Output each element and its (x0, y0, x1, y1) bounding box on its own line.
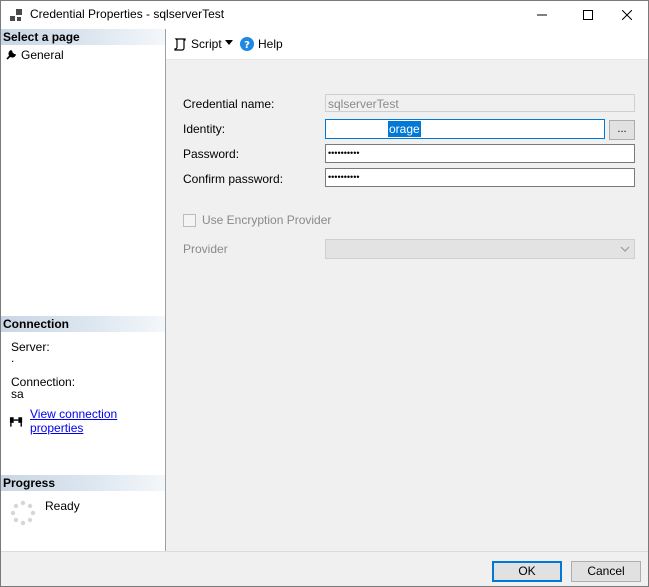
ok-button[interactable]: OK (492, 561, 562, 582)
connection-plug-icon (9, 417, 23, 427)
credential-properties-window: Credential Properties - sqlserverTest Se… (0, 0, 649, 587)
minimize-button[interactable] (519, 1, 565, 29)
maximize-icon (583, 10, 593, 20)
identity-selected-text: orage (388, 121, 421, 137)
use-encryption-label: Use Encryption Provider (202, 213, 332, 227)
password-label: Password: (183, 147, 240, 161)
page-item-label: General (21, 48, 64, 62)
password-field[interactable]: •••••••••• (325, 144, 635, 163)
checkbox-box[interactable] (183, 213, 196, 227)
close-button[interactable] (604, 1, 648, 29)
script-dropdown-button[interactable] (225, 40, 233, 45)
server-value: . (11, 351, 15, 365)
help-label: Help (258, 37, 283, 51)
cancel-button[interactable]: Cancel (571, 561, 641, 582)
script-label: Script (191, 37, 222, 51)
dialog-button-bar: OK Cancel (1, 551, 648, 586)
minimize-icon (537, 14, 547, 16)
server-label: Server: (11, 340, 50, 354)
credential-name-field[interactable]: sqlserverTest (325, 94, 635, 112)
chevron-down-icon (620, 246, 630, 252)
help-button[interactable]: ? Help (240, 37, 283, 51)
provider-select[interactable] (325, 239, 635, 259)
progress-status: Ready (45, 499, 80, 513)
title-bar: Credential Properties - sqlserverTest (1, 1, 648, 29)
view-connection-properties[interactable]: View connection properties (9, 407, 165, 435)
select-page-header: Select a page (1, 29, 165, 45)
script-icon (174, 38, 186, 51)
progress-header: Progress (1, 475, 165, 491)
confirm-password-field[interactable]: •••••••••• (325, 168, 635, 187)
progress-spinner-icon (10, 500, 36, 526)
use-encryption-checkbox[interactable]: Use Encryption Provider (183, 213, 331, 227)
view-connection-link[interactable]: View connection properties (30, 407, 165, 435)
script-button[interactable]: Script (173, 37, 222, 51)
connection-header: Connection (1, 316, 165, 332)
provider-label: Provider (183, 242, 228, 256)
close-icon (622, 10, 632, 20)
toolbar: Script ? Help (166, 29, 648, 60)
general-page-form: Credential name: sqlserverTest Identity:… (166, 60, 648, 551)
window-title: Credential Properties - sqlserverTest (30, 7, 225, 21)
identity-browse-button[interactable]: ... (609, 120, 635, 140)
identity-field[interactable]: orage (325, 119, 605, 139)
credential-name-label: Credential name: (183, 97, 275, 111)
wrench-icon (6, 50, 17, 60)
chevron-down-icon (225, 40, 233, 45)
confirm-password-label: Confirm password: (183, 172, 284, 186)
connection-value: sa (11, 387, 24, 401)
identity-label: Identity: (183, 122, 226, 136)
help-icon: ? (240, 37, 254, 51)
page-item-general[interactable]: General (5, 47, 64, 63)
left-pane: Select a page General Connection Server:… (1, 29, 166, 551)
credential-app-icon (10, 9, 22, 21)
svg-text:?: ? (244, 40, 250, 51)
